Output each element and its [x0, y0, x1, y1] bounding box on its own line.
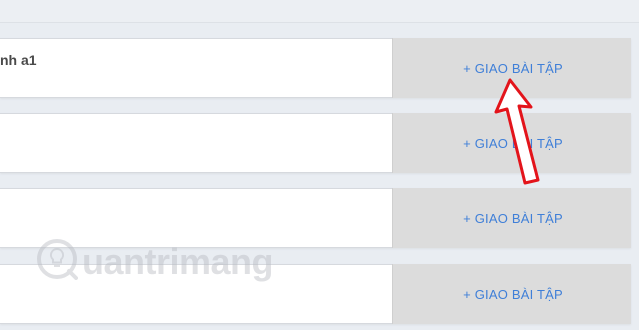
assign-homework-button[interactable]: + GIAO BÀI TẬP: [392, 188, 631, 248]
header-band: [0, 0, 639, 23]
assign-homework-button[interactable]: + GIAO BÀI TẬP: [392, 264, 631, 324]
class-row: nh a1 + GIAO BÀI TẬP: [0, 38, 631, 98]
assign-homework-label: + GIAO BÀI TẬP: [463, 210, 563, 226]
assign-homework-button[interactable]: + GIAO BÀI TẬP: [392, 38, 631, 98]
assign-homework-label: + GIAO BÀI TẬP: [463, 135, 563, 151]
class-row: + GIAO BÀI TẬP: [0, 113, 631, 173]
assign-homework-label: + GIAO BÀI TẬP: [463, 286, 563, 302]
class-name: nh a1: [0, 52, 37, 68]
assign-homework-button[interactable]: + GIAO BÀI TẬP: [392, 113, 631, 173]
assign-homework-label: + GIAO BÀI TẬP: [463, 60, 563, 76]
watermark-text: uantrimang: [82, 240, 274, 282]
watermark: uantrimang: [36, 238, 274, 285]
lightbulb-icon: [36, 238, 78, 285]
